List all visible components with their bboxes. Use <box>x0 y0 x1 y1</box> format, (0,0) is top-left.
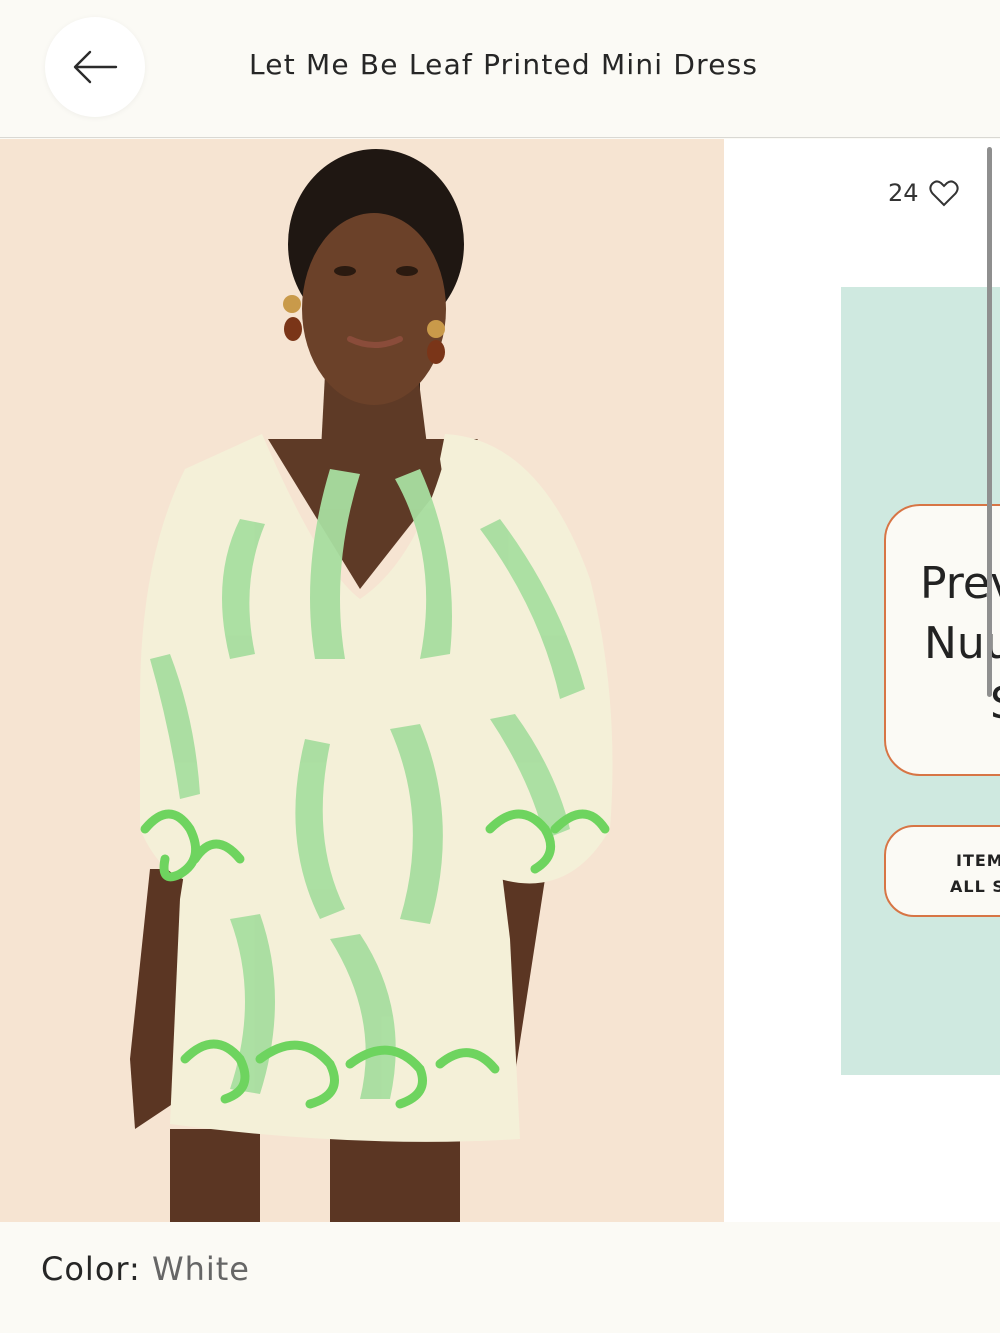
product-photo[interactable] <box>0 139 724 1222</box>
color-selector-label: Color: White <box>41 1250 250 1288</box>
color-label: Color: <box>41 1250 141 1288</box>
promo-pill-line-1: ITEM <box>956 851 1000 870</box>
scrollbar[interactable] <box>987 147 992 697</box>
promo-card: Prev Nuu S <box>884 504 1000 776</box>
product-image-carousel[interactable]: 24 Prev Nuu S ITEM ALL S <box>0 139 1000 1222</box>
promo-banner[interactable]: Prev Nuu S ITEM ALL S <box>841 287 1000 1075</box>
promo-pill[interactable]: ITEM ALL S <box>884 825 1000 917</box>
back-button[interactable] <box>45 17 145 117</box>
top-bar: Let Me Be Leaf Printed Mini Dress <box>0 0 1000 138</box>
page-title: Let Me Be Leaf Printed Mini Dress <box>249 48 759 81</box>
heart-outline-icon <box>928 180 959 207</box>
arrow-left-icon <box>73 50 118 84</box>
promo-pill-line-2: ALL S <box>950 877 1000 896</box>
color-value: White <box>151 1250 250 1288</box>
model-wearing-dress-image <box>0 139 724 1222</box>
likes-count: 24 <box>888 179 919 207</box>
like-button[interactable]: 24 <box>888 179 959 207</box>
